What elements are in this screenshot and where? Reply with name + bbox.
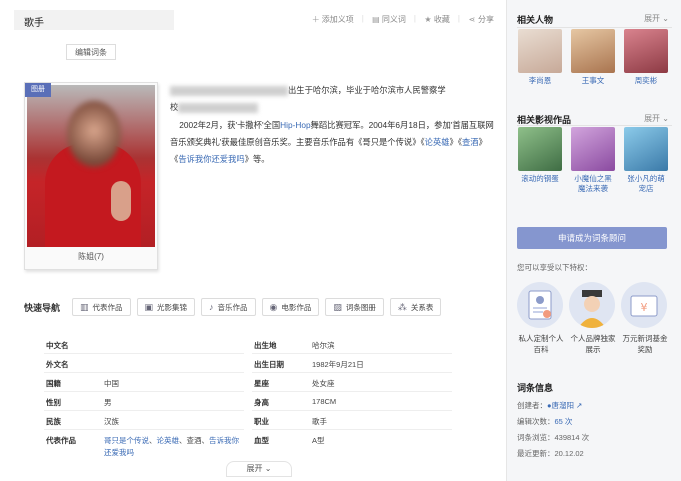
quicknav-music-works[interactable]: ♪ 音乐作品: [201, 298, 256, 316]
album-photo[interactable]: [27, 85, 155, 247]
share-button[interactable]: ⋖ 分享: [468, 14, 494, 25]
person-photo[interactable]: [624, 29, 668, 73]
info-row: 性别男 身高 178CM: [46, 397, 337, 407]
info-row: 外文名 出生日期 1982年9月21日: [46, 360, 364, 369]
quicknav-relations[interactable]: ⁂ 关系表: [389, 298, 442, 316]
media-poster[interactable]: [624, 127, 668, 171]
music-icon: ♪: [209, 302, 214, 312]
quick-navigation: 快速导航 ▥ 代表作品 ▣ 光影集锦 ♪ 音乐作品 ◉ 电影作品 ▨ 词条图册 ⁂ 关系表: [24, 298, 494, 316]
quicknav-entry-album[interactable]: ▨ 词条图册: [325, 298, 384, 316]
perks-question: 您可以享受以下特权：: [517, 263, 592, 272]
perk-item: 个人品牌独家展示: [569, 282, 617, 355]
title-bar: 歌手 ＋添加义项 | ▤ 同义词 | ★ 收藏 | ⋖ 分享: [14, 10, 494, 30]
apply-advisor-button[interactable]: 申请成为词条顾问: [517, 227, 667, 249]
work-link-gaosuwo[interactable]: 告诉我你还爱我吗: [178, 154, 244, 164]
expand-info-button[interactable]: 展开 ⌄: [226, 461, 292, 477]
related-media[interactable]: 小魔仙之黑魔法来袭: [571, 127, 615, 194]
film-reel-icon: ◉: [269, 301, 278, 312]
related-media-expand[interactable]: 展开 ⌄: [644, 113, 669, 124]
related-person[interactable]: 周奕彬: [624, 29, 668, 86]
share-icon: ⋖: [468, 14, 476, 24]
edit-entry-button[interactable]: 编辑词条: [66, 44, 116, 60]
id-card-icon: [517, 282, 563, 328]
entry-stats: 创建者：●唐溜阳 ↗ 编辑次数：65 次 词条浏览：439814 次 最近更新：…: [517, 401, 590, 458]
sidebar: 相关人物 展开 ⌄ 李尚恩 王事文 周奕彬 相关影视作品 展开 ⌄ 滚动的钢蛋 …: [506, 0, 681, 481]
svg-text:¥: ¥: [641, 301, 648, 314]
media-poster[interactable]: [571, 127, 615, 171]
favorite-button[interactable]: ★ 收藏: [424, 14, 450, 25]
album-card[interactable]: 图册 陈姐(7): [24, 82, 158, 270]
summary-paragraph-2: 2002年2月，获'卡撒杯'全国Hip-Hop舞蹈比赛冠军。2004年6月18日…: [170, 120, 494, 164]
chevron-down-icon: ⌄: [264, 464, 272, 473]
film-frame-icon: ▣: [144, 301, 154, 312]
book-icon: ▥: [80, 301, 89, 312]
perk-item: ¥ 万元新词基金奖励: [621, 282, 669, 355]
quicknav-film-works[interactable]: ◉ 电影作品: [261, 298, 320, 316]
related-people-title: 相关人物: [517, 15, 554, 25]
synonym-button[interactable]: ▤ 同义词: [372, 14, 406, 25]
chevron-down-icon: ⌄: [662, 14, 669, 23]
work-link-gezhi[interactable]: 哥只是个传说: [104, 436, 149, 445]
info-row: 中文名 出生地 哈尔滨: [46, 341, 335, 350]
quicknav-gallery[interactable]: ▣ 光影集锦: [136, 298, 196, 316]
quicknav-representative-works[interactable]: ▥ 代表作品: [72, 298, 131, 316]
work-link-lunyingxiong-info[interactable]: 论英雄: [157, 436, 180, 445]
add-sense-button[interactable]: ＋添加义项: [312, 14, 354, 25]
person-photo[interactable]: [571, 29, 615, 73]
creator-link[interactable]: ●唐溜阳: [547, 401, 574, 410]
related-person[interactable]: 李尚恩: [518, 29, 562, 86]
summary-text: 出生于哈尔滨，毕业于哈尔滨市人民警察学 校 2002年2月，获'卡撒杯'全国Hi…: [170, 82, 496, 169]
info-row: 代表作品 哥只是个传说、论英雄、查酒、告诉我你还爱我吗 血型 A型: [46, 436, 325, 457]
info-row: 国籍 中国 星座 处女座: [46, 379, 335, 388]
page-title: 歌手: [14, 10, 174, 30]
money-icon: ¥: [621, 282, 667, 328]
related-media[interactable]: 滚动的钢蛋: [518, 127, 562, 184]
edit-count-link[interactable]: 65 次: [555, 417, 573, 426]
chevron-down-icon: ⌄: [662, 114, 669, 123]
work-link-lunyingxiong[interactable]: 论英雄: [425, 137, 450, 147]
related-person[interactable]: 王事文: [571, 29, 615, 86]
person-photo[interactable]: [518, 29, 562, 73]
related-people-expand[interactable]: 展开 ⌄: [644, 13, 669, 24]
title-actions: ＋添加义项 | ▤ 同义词 | ★ 收藏 | ⋖ 分享: [311, 14, 494, 25]
emperor-icon: [569, 282, 615, 328]
album-tag: 图册: [25, 83, 51, 97]
external-link-icon[interactable]: ↗: [576, 401, 582, 410]
network-icon: ⁂: [397, 301, 407, 312]
media-poster[interactable]: [518, 127, 562, 171]
representative-works-value: 哥只是个传说、论英雄、查酒、告诉我你还爱我吗: [104, 436, 239, 457]
image-icon: ▨: [333, 301, 342, 312]
main-content: 歌手 ＋添加义项 | ▤ 同义词 | ★ 收藏 | ⋖ 分享 编辑词条 图册 陈姐(7…: [0, 0, 506, 481]
album-caption[interactable]: 陈姐(7): [25, 251, 157, 262]
plus-icon: ＋: [311, 14, 320, 24]
entry-info-title: 词条信息: [517, 383, 554, 393]
summary-paragraph-1: 出生于哈尔滨，毕业于哈尔滨市人民警察学 校: [170, 85, 446, 113]
info-row: 民族 汉族 职业 歌手: [46, 417, 327, 426]
related-media[interactable]: 张小凡的萌宠店: [624, 127, 668, 194]
star-icon: ★: [424, 14, 432, 24]
quicknav-label: 快速导航: [24, 302, 61, 313]
hiphop-link[interactable]: Hip-Hop: [280, 120, 310, 130]
work-link-chajiu[interactable]: 查酒: [462, 137, 479, 147]
document-icon: ▤: [372, 14, 380, 24]
perk-item: 私人定制个人百科: [517, 282, 565, 355]
